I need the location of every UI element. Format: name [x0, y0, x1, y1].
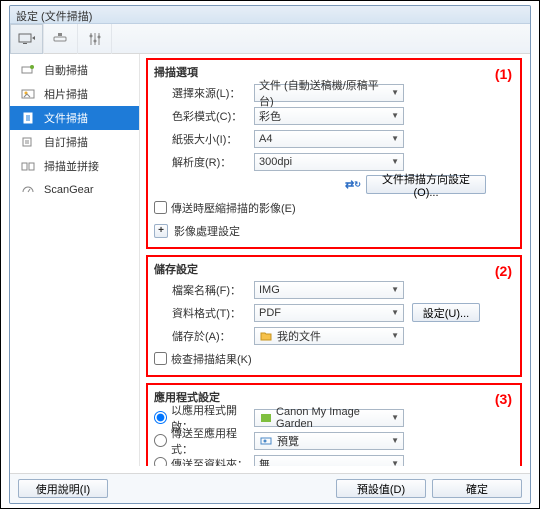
toolbar	[10, 24, 530, 54]
save-in-select[interactable]: 我的文件▼	[254, 327, 404, 345]
save-settings-group: (2) 儲存設定 檔案名稱(F)： IMG▼ 資料格式(T)： PDF▼ 設定(…	[146, 255, 522, 377]
main-panel: (1) 掃描選項 選擇來源(L)： 文件 (自動送稿機/原稿平台)▼ 色彩模式(…	[140, 54, 530, 466]
sidebar-item-document[interactable]: 文件掃描	[10, 106, 139, 130]
sidebar-item-photo[interactable]: 相片掃描	[10, 82, 139, 106]
sidebar-item-label: ScanGear	[44, 184, 94, 196]
document-icon	[20, 111, 36, 125]
tab-scan-from-computer[interactable]	[10, 24, 44, 54]
format-label: 資料格式(T)：	[154, 305, 254, 321]
preview-icon	[259, 435, 273, 447]
sidebar-item-label: 自動掃描	[44, 62, 88, 78]
sidebar-item-label: 相片掃描	[44, 86, 88, 102]
tab-scan-from-panel[interactable]	[44, 24, 78, 54]
open-with-app-radio[interactable]	[154, 411, 167, 424]
sidebar-item-stitch[interactable]: 掃描並拼接	[10, 154, 139, 178]
save-in-label: 儲存於(A)：	[154, 328, 254, 344]
filename-label: 檔案名稱(F)：	[154, 282, 254, 298]
scangear-icon	[20, 183, 36, 197]
open-with-app-select[interactable]: Canon My Image Garden▼	[254, 409, 404, 427]
scanner-icon	[52, 32, 70, 46]
color-mode-select[interactable]: 彩色▼	[254, 107, 404, 125]
compress-checkbox[interactable]	[154, 201, 167, 214]
send-to-folder-label: 傳送至資料夾：	[171, 456, 248, 467]
resolution-label: 解析度(R)：	[154, 154, 254, 170]
check-result-label: 檢查掃描結果(K)	[171, 351, 252, 367]
group-number: (3)	[495, 391, 512, 407]
image-processing-label: 影像處理設定	[174, 223, 240, 239]
send-to-folder-radio[interactable]	[154, 457, 167, 466]
resolution-select[interactable]: 300dpi▼	[254, 153, 404, 171]
sliders-icon	[88, 32, 102, 46]
sidebar-item-label: 自訂掃描	[44, 134, 88, 150]
send-to-folder-select[interactable]: 無▼	[254, 455, 404, 467]
format-select[interactable]: PDF▼	[254, 304, 404, 322]
send-to-app-label: 傳送至應用程式：	[171, 425, 254, 457]
app-icon	[259, 412, 272, 424]
defaults-button[interactable]: 預設值(D)	[336, 479, 426, 498]
format-settings-button[interactable]: 設定(U)...	[412, 303, 480, 322]
sidebar: 自動掃描 相片掃描 文件掃描 自訂掃描 掃描並拼接	[10, 54, 140, 466]
custom-icon	[20, 135, 36, 149]
sidebar-item-scangear[interactable]: ScanGear	[10, 178, 139, 202]
help-button[interactable]: 使用說明(I)	[18, 479, 108, 498]
sidebar-item-auto[interactable]: 自動掃描	[10, 58, 139, 82]
tab-general-settings[interactable]	[78, 24, 112, 54]
check-result-checkbox[interactable]	[154, 352, 167, 365]
paper-size-select[interactable]: A4▼	[254, 130, 404, 148]
scan-options-group: (1) 掃描選項 選擇來源(L)： 文件 (自動送稿機/原稿平台)▼ 色彩模式(…	[146, 58, 522, 249]
paper-size-label: 紙張大小(I)：	[154, 131, 254, 147]
sidebar-item-label: 掃描並拼接	[44, 158, 99, 174]
sidebar-item-label: 文件掃描	[44, 110, 88, 126]
orientation-settings-button[interactable]: 文件掃描方向設定(O)...	[366, 175, 486, 194]
invert-icon[interactable]: ⇄↻	[344, 177, 362, 193]
send-to-app-radio[interactable]	[154, 434, 167, 447]
sidebar-item-custom[interactable]: 自訂掃描	[10, 130, 139, 154]
ok-button[interactable]: 確定	[432, 479, 522, 498]
filename-input[interactable]: IMG▼	[254, 281, 404, 299]
auto-icon	[20, 63, 36, 77]
send-to-app-select[interactable]: 預覽▼	[254, 432, 404, 450]
color-mode-label: 色彩模式(C)：	[154, 108, 254, 124]
stitch-icon	[20, 159, 36, 173]
group-number: (1)	[495, 66, 512, 82]
expand-icon[interactable]: +	[154, 224, 168, 238]
source-label: 選擇來源(L)：	[154, 85, 254, 101]
group-number: (2)	[495, 263, 512, 279]
monitor-icon	[18, 32, 36, 46]
dialog-title: 設定 (文件掃描)	[10, 6, 530, 24]
photo-icon	[20, 87, 36, 101]
source-select[interactable]: 文件 (自動送稿機/原稿平台)▼	[254, 84, 404, 102]
dialog-footer: 使用說明(I) 預設值(D) 確定	[10, 473, 530, 503]
save-settings-legend: 儲存設定	[154, 261, 514, 277]
folder-icon	[259, 330, 273, 342]
compress-label: 傳送時壓縮掃描的影像(E)	[171, 200, 296, 216]
application-settings-group: (3) 應用程式設定 以應用程式開啟： Canon My Image Garde…	[146, 383, 522, 466]
